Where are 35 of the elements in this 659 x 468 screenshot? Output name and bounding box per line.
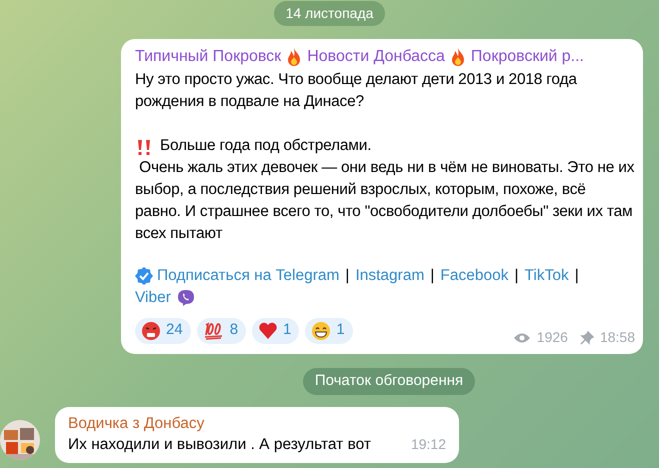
pin-icon: [580, 330, 594, 344]
discussion-pill: Початок обговорення: [302, 368, 476, 394]
social-link[interactable]: TikTok: [524, 265, 569, 287]
link-separator: |: [514, 266, 518, 286]
message-text: Больше года под обстрелами.: [160, 136, 372, 156]
social-link[interactable]: Viber: [135, 287, 171, 309]
grinning-face-icon: [311, 320, 332, 340]
view-count: 1926: [536, 328, 568, 347]
link-separator: |: [574, 266, 579, 286]
social-link[interactable]: Facebook: [440, 265, 508, 287]
eye-icon: [512, 332, 531, 344]
message-time: 18:58: [600, 328, 635, 347]
social-link[interactable]: Подписаться на Telegram: [157, 265, 340, 287]
angry-face-icon: [141, 320, 161, 340]
exclamation-icon: [135, 139, 153, 157]
comment-text: Их находили и вывозили . А результат вот: [68, 434, 372, 454]
reaction-chip[interactable]: 8: [196, 318, 246, 344]
reaction-chip[interactable]: 1: [305, 318, 353, 344]
comment-author[interactable]: Водичка з Донбасу: [68, 412, 446, 434]
message-text: Очень жаль этих девочек — они ведь ни в чём не виноваты. Это не их выбор, а последствия решений взрослых, которым, похоже, всё равно. И страшнее всего то, что "освободители долбоебы" зеки их там всех пытают: [135, 158, 635, 244]
comment-time: 19:12: [410, 434, 446, 454]
reaction-chip[interactable]: 24: [135, 318, 191, 344]
social-link[interactable]: Instagram: [355, 265, 424, 287]
hundred-points-icon: [202, 320, 225, 340]
date-pill: 14 листопада: [274, 1, 386, 26]
phone-bubble-icon: [176, 289, 195, 307]
message-text: Ну это просто ужас. Что вообще делают дети 2013 и 2018 года рождения в подвале на Динасе?: [135, 70, 578, 112]
channel-name[interactable]: Покровский р...: [470, 45, 584, 69]
heart-icon: [258, 320, 278, 340]
link-separator: |: [430, 266, 434, 286]
reaction-chip[interactable]: 1: [252, 318, 300, 344]
channel-name[interactable]: Типичный Покровск: [135, 45, 282, 69]
verified-badge-icon: [135, 267, 153, 285]
link-separator: |: [345, 266, 350, 286]
channel-name[interactable]: Новости Донбасса: [307, 45, 445, 69]
